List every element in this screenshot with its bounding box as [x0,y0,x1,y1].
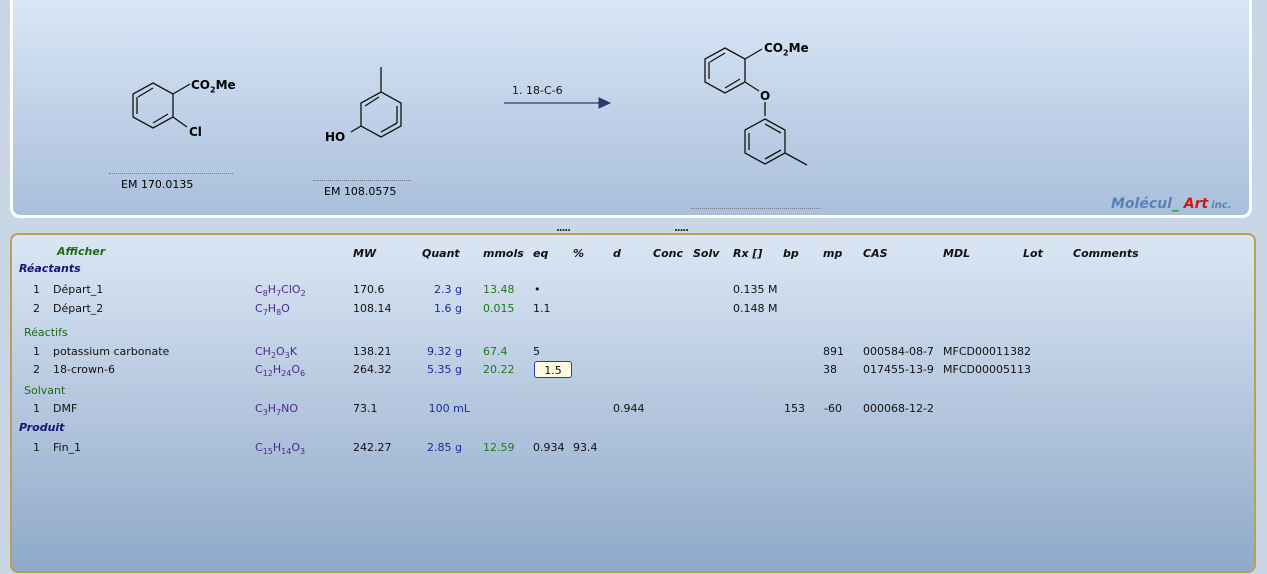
section-reagents: Réactifs [24,326,68,339]
product-drawing [704,47,808,166]
section-reactants: Réactants [19,262,81,275]
section-product: Produit [19,421,65,434]
molecular-formula: C8H7ClO2 [255,283,306,299]
molecular-formula: C3H7NO [255,402,299,418]
header-lot[interactable]: Lot [1023,247,1043,260]
compound-name[interactable]: Départ_2 [53,302,103,315]
chlorine-label: Cl [189,125,202,139]
molecular-formula: CH2O3K [255,345,298,361]
reaction-scheme-panel: CO2Me Cl EM 170.0135 HO EM 108.0575 1. 1… [10,0,1252,218]
reactant-2-divider [313,180,411,182]
header-cas[interactable]: CAS [863,247,888,260]
reactant-1-divider [109,173,233,175]
quantity-field[interactable]: 5.35 g [402,363,462,376]
header-quant[interactable]: Quant [422,247,460,260]
header-mp[interactable]: mp [823,247,842,260]
header-solv[interactable]: Solv [693,247,719,260]
quantity-field[interactable]: 1.6 g [402,302,462,315]
ether-oxygen-label: O [760,89,771,103]
quantity-field[interactable]: 2.85 g [402,441,462,454]
quantity-field[interactable]: 9.32 g [402,345,462,358]
afficher-toggle[interactable]: Afficher [57,245,105,258]
section-solvent: Solvant [24,384,66,397]
compound-name[interactable]: Départ_1 [53,283,103,296]
moleculart-logo: Molécul_ Art inc. [1111,196,1232,212]
molecular-formula: C12H24O6 [255,363,306,379]
header-percent[interactable]: % [573,247,584,260]
compound-name[interactable]: potassium carbonate [53,345,169,358]
header-mw[interactable]: MW [353,247,376,260]
reactant-1-structure[interactable]: CO2Me Cl [113,70,243,160]
header-eq[interactable]: eq [533,247,548,260]
eq-input-field[interactable]: 1.5 [534,361,572,378]
reactant-2-exact-mass: EM 108.0575 [324,185,397,198]
reactant-1-exact-mass: EM 170.0135 [121,178,194,191]
header-mdl[interactable]: MDL [943,247,970,260]
compound-name[interactable]: 18-crown-6 [53,363,115,376]
header-comments[interactable]: Comments [1073,247,1139,260]
compound-name[interactable]: DMF [53,402,77,415]
co2me-label: CO2Me [191,78,236,95]
quantity-field[interactable]: 100 mL [410,402,470,415]
hydroxyl-label: HO [325,130,346,144]
product-divider [691,208,821,210]
header-rx[interactable]: Rx [] [733,247,762,260]
header-conc[interactable]: Conc [653,247,683,260]
molecular-formula: C15H14O3 [255,441,306,457]
quantity-field[interactable]: 2.3 g [402,283,462,296]
reaction-arrow[interactable] [503,93,613,113]
product-co2me-label: CO2Me [764,41,809,58]
stoichiometry-table: Afficher MW Quant mmols eq % d Conc Solv… [10,233,1256,573]
header-density[interactable]: d [613,247,621,260]
molecular-formula: C7H8O [255,302,290,318]
product-structure[interactable]: CO2Me O [693,34,833,174]
header-bp[interactable]: bp [783,247,799,260]
reactant-2-structure[interactable]: HO [323,62,433,157]
limiting-reagent-marker[interactable]: • [534,283,541,296]
compound-name[interactable]: Fin_1 [53,441,81,454]
header-mmols[interactable]: mmols [483,247,524,260]
